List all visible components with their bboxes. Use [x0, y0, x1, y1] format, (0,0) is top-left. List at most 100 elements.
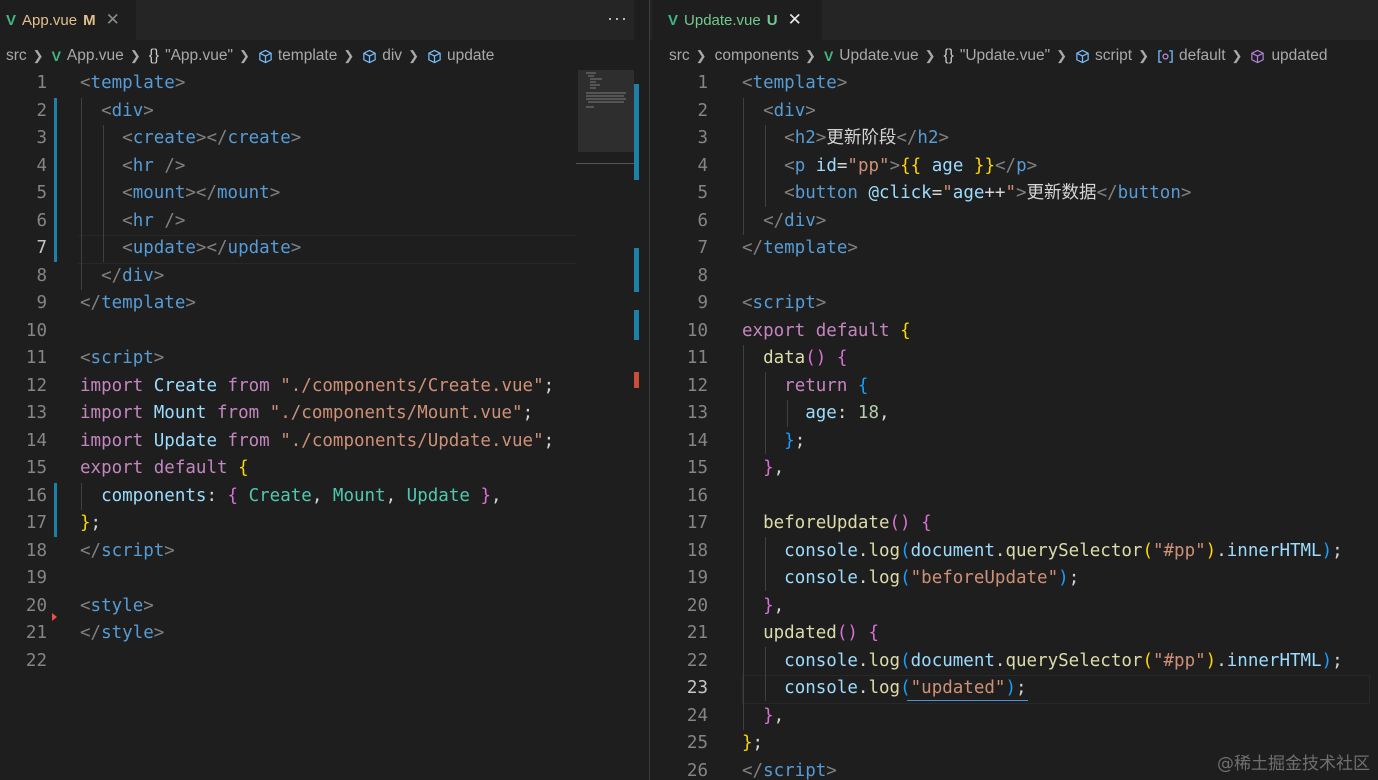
code-line[interactable]: 10: [0, 318, 634, 346]
code-token: log: [868, 678, 901, 698]
line-number: 6: [36, 210, 47, 231]
line-number: 12: [686, 375, 708, 396]
tab-update-vue[interactable]: V Update.vue U ✕: [652, 0, 822, 40]
code-line[interactable]: 3 <create></create>: [0, 125, 634, 153]
code-token: p: [794, 155, 806, 176]
code-line[interactable]: 14 import Update from "./components/Updat…: [0, 428, 634, 456]
code-line[interactable]: 2 <div>: [650, 98, 1378, 126]
close-icon[interactable]: ✕: [788, 10, 802, 30]
code-line[interactable]: 11 <script>: [0, 345, 634, 373]
code-token: (: [1142, 540, 1153, 561]
code-line[interactable]: 6 </div>: [650, 208, 1378, 236]
code-line[interactable]: 3 <h2>更新阶段</h2>: [650, 125, 1378, 153]
code-line[interactable]: 19: [0, 565, 634, 593]
code-line[interactable]: 2 <div>: [0, 98, 634, 126]
code-token: div: [111, 100, 144, 121]
breadcrumb-item-module[interactable]: {} "App.vue": [149, 47, 233, 65]
code-line[interactable]: 12 import Create from "./components/Creat…: [0, 373, 634, 401]
code-line[interactable]: 1 <template>: [0, 70, 634, 98]
breadcrumb-item-src[interactable]: src: [669, 47, 690, 65]
code-line[interactable]: 13 age: 18,: [650, 400, 1378, 428]
code-line[interactable]: 6 <hr />: [0, 208, 634, 236]
minimap[interactable]: [578, 70, 634, 780]
code-line[interactable]: 7 </template>: [650, 235, 1378, 263]
breadcrumb-item-template[interactable]: template: [258, 47, 337, 65]
line-number: 5: [36, 183, 47, 203]
code-text: <div>: [742, 98, 816, 126]
code-line[interactable]: 20 <style>: [0, 593, 634, 621]
code-token: ): [1321, 540, 1333, 561]
code-line[interactable]: 1 <template>: [650, 70, 1378, 98]
code-editor-right[interactable]: 1 <template> 2 <div> 3 <h2>更新阶段</h2> 4 <p id…: [650, 70, 1378, 780]
code-line[interactable]: 19 console.log("beforeUpdate");: [650, 565, 1378, 593]
code-line[interactable]: 20 },: [650, 593, 1378, 621]
more-actions-icon[interactable]: ···: [607, 8, 628, 29]
code-line[interactable]: 4 <hr />: [0, 153, 634, 181]
breadcrumb-item-components[interactable]: components: [715, 47, 799, 65]
breadcrumb-item-src[interactable]: src: [6, 47, 27, 65]
code-line[interactable]: 12 return {: [650, 373, 1378, 401]
code-line[interactable]: 24 },: [650, 703, 1378, 731]
code-line[interactable]: 18 </script>: [0, 538, 634, 566]
breadcrumb-item-file[interactable]: V App.vue: [52, 47, 124, 65]
code-line[interactable]: 11 data() {: [650, 345, 1378, 373]
code-line[interactable]: 18 console.log(document.querySelector("#…: [650, 538, 1378, 566]
breadcrumb-item-div[interactable]: div: [362, 47, 402, 65]
code-token: {: [921, 513, 932, 533]
code-line[interactable]: 21 </style>: [0, 620, 634, 648]
code-line[interactable]: 8 </div>: [0, 263, 634, 291]
close-icon[interactable]: ✕: [106, 10, 120, 30]
breadcrumb-item-update[interactable]: update: [427, 47, 494, 65]
code-line[interactable]: 14 };: [650, 428, 1378, 456]
chevron-right-icon: ❯: [238, 48, 250, 63]
breadcrumb-item-default[interactable]: default: [1157, 47, 1226, 65]
line-number: 10: [25, 320, 47, 341]
code-line[interactable]: 23 console.log("updated");: [650, 675, 1378, 703]
breadcrumb-item-updated[interactable]: updated: [1250, 47, 1327, 65]
breadcrumb-item-file[interactable]: V Update.vue: [824, 47, 919, 65]
code-token: "pp": [847, 155, 890, 176]
code-line[interactable]: 22: [0, 648, 634, 676]
code-token: "updated": [910, 678, 1006, 698]
code-line[interactable]: 13 import Mount from "./components/Mount.…: [0, 400, 634, 428]
code-token: template: [752, 73, 837, 93]
code-line[interactable]: 5 <mount></mount>: [0, 180, 634, 208]
line-number: 7: [697, 238, 708, 258]
code-line[interactable]: 17 beforeUpdate() {: [650, 510, 1378, 538]
code-line[interactable]: 16: [650, 483, 1378, 511]
breadcrumb-item-module[interactable]: {} "Update.vue": [943, 47, 1050, 65]
code-line[interactable]: 21 updated() {: [650, 620, 1378, 648]
code-line[interactable]: 9 </template>: [0, 290, 634, 318]
code-line[interactable]: 10 export default {: [650, 318, 1378, 346]
code-line[interactable]: 7 <update></update>: [0, 235, 634, 263]
code-line[interactable]: 4 <p id="pp">{{ age }}</p>: [650, 153, 1378, 181]
code-line[interactable]: 5 <button @click="age++">更新数据</button>: [650, 180, 1378, 208]
minimap-slider[interactable]: [578, 70, 634, 152]
code-line[interactable]: 15 },: [650, 455, 1378, 483]
code-token: "./components/Update.vue": [280, 430, 544, 451]
code-editor-left[interactable]: 1 <template> 2 <div> 3 <create></create> 4 <…: [0, 70, 634, 780]
code-line[interactable]: 8: [650, 263, 1378, 291]
tab-app-vue[interactable]: V App.vue M ✕: [0, 0, 136, 40]
code-line[interactable]: 22 console.log(document.querySelector("#…: [650, 648, 1378, 676]
code-line[interactable]: 17};: [0, 510, 634, 538]
line-number: 19: [25, 568, 47, 588]
code-line[interactable]: 16 components: { Create, Mount, Update }…: [0, 483, 634, 511]
chevron-right-icon: ❯: [1138, 48, 1149, 63]
code-line[interactable]: 15 export default {: [0, 455, 634, 483]
breadcrumb-item-script[interactable]: script: [1075, 47, 1132, 65]
overview-ruler-left[interactable]: [634, 70, 648, 780]
vue-file-icon: V: [668, 11, 679, 29]
watermark: @稀土掘金技术社区: [1217, 754, 1370, 774]
code-token: template: [763, 238, 848, 258]
code-line[interactable]: 9 <script>: [650, 290, 1378, 318]
line-number: 16: [25, 485, 47, 506]
json-braces-icon: {}: [943, 47, 954, 64]
line-number: 22: [686, 650, 708, 671]
